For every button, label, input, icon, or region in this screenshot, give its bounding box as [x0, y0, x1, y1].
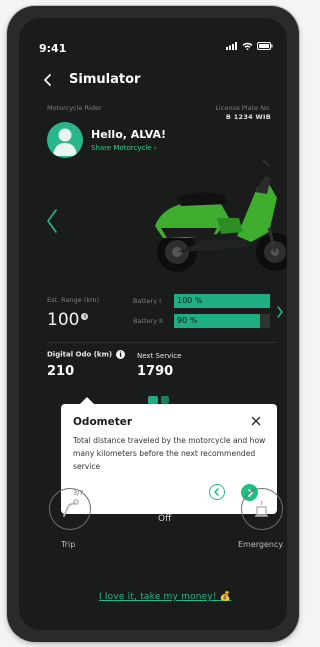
- battery2-label: Battery II: [133, 317, 163, 325]
- app-screen: 9:41 Simulator Motorcycle Rider License …: [19, 18, 287, 630]
- battery1-label: Battery I: [133, 297, 162, 305]
- buy-link[interactable]: I love it, take my money! 💰: [99, 592, 231, 602]
- close-button[interactable]: [251, 416, 261, 428]
- chevron-right-icon: ›: [153, 144, 157, 152]
- tooltip-text: Total distance traveled by the motorcycl…: [73, 436, 266, 471]
- range-label: Est. Range (km): [47, 296, 100, 304]
- trip-icon: [63, 499, 79, 517]
- emergency-button[interactable]: [241, 488, 283, 530]
- tooltip-prev-button[interactable]: [209, 484, 225, 500]
- signal-icon: [226, 42, 238, 50]
- plate-value: B 1234 WIB: [225, 113, 271, 121]
- range-value: 100: [47, 310, 80, 330]
- next-service-label: Next Service: [137, 352, 182, 360]
- battery-details-button[interactable]: [276, 303, 284, 322]
- odometer-label-group: Digital Odo (km) i: [47, 350, 126, 359]
- battery1-bar: 100 %: [174, 294, 270, 308]
- share-motorcycle-link[interactable]: Share Motorcycle ›: [91, 144, 157, 152]
- trip-label: Trip: [61, 540, 76, 549]
- page-title: Simulator: [69, 72, 141, 87]
- avatar[interactable]: [47, 122, 83, 158]
- emergency-icon: [255, 501, 268, 517]
- share-link-label: Share Motorcycle: [91, 144, 152, 152]
- odometer-value: 210: [47, 364, 75, 379]
- motorcycle-image: [155, 159, 287, 272]
- chevron-right-icon: [277, 306, 283, 318]
- back-arrow-icon: [44, 74, 51, 86]
- chevron-left-icon: [214, 488, 219, 496]
- battery-icon: [257, 42, 273, 50]
- battery2-value: 90 %: [177, 316, 198, 325]
- carousel-prev-button[interactable]: [45, 208, 59, 238]
- greeting: Hello, ALVA!: [91, 128, 167, 141]
- trip-button[interactable]: [49, 488, 91, 530]
- status-time: 9:41: [39, 42, 67, 55]
- plate-label: License Plate No.: [215, 104, 271, 112]
- divider: [47, 342, 277, 343]
- next-service-value: 1790: [137, 364, 174, 379]
- close-icon: [251, 416, 261, 426]
- phone-frame: 9:41 Simulator Motorcycle Rider License …: [7, 6, 299, 642]
- emergency-label: Emergency: [238, 540, 284, 549]
- info-icon[interactable]: i: [116, 350, 126, 359]
- wifi-icon: [242, 42, 253, 50]
- tooltip-title: Odometer: [73, 416, 133, 428]
- rider-label: Motorcycle Rider: [47, 104, 102, 112]
- back-button[interactable]: [41, 72, 55, 86]
- user-icon: [53, 128, 77, 156]
- battery2-bar: 90 %: [174, 314, 270, 328]
- hidden-toggle-indicator: [148, 396, 169, 404]
- odometer-label: Digital Odo (km): [47, 350, 113, 359]
- battery1-value: 100 %: [177, 296, 203, 305]
- power-status-label: Off: [158, 514, 172, 524]
- chevron-left-icon: [47, 209, 57, 233]
- range-value-group: 100 i: [47, 310, 89, 330]
- status-icons: [226, 42, 273, 50]
- info-icon[interactable]: i: [81, 313, 89, 320]
